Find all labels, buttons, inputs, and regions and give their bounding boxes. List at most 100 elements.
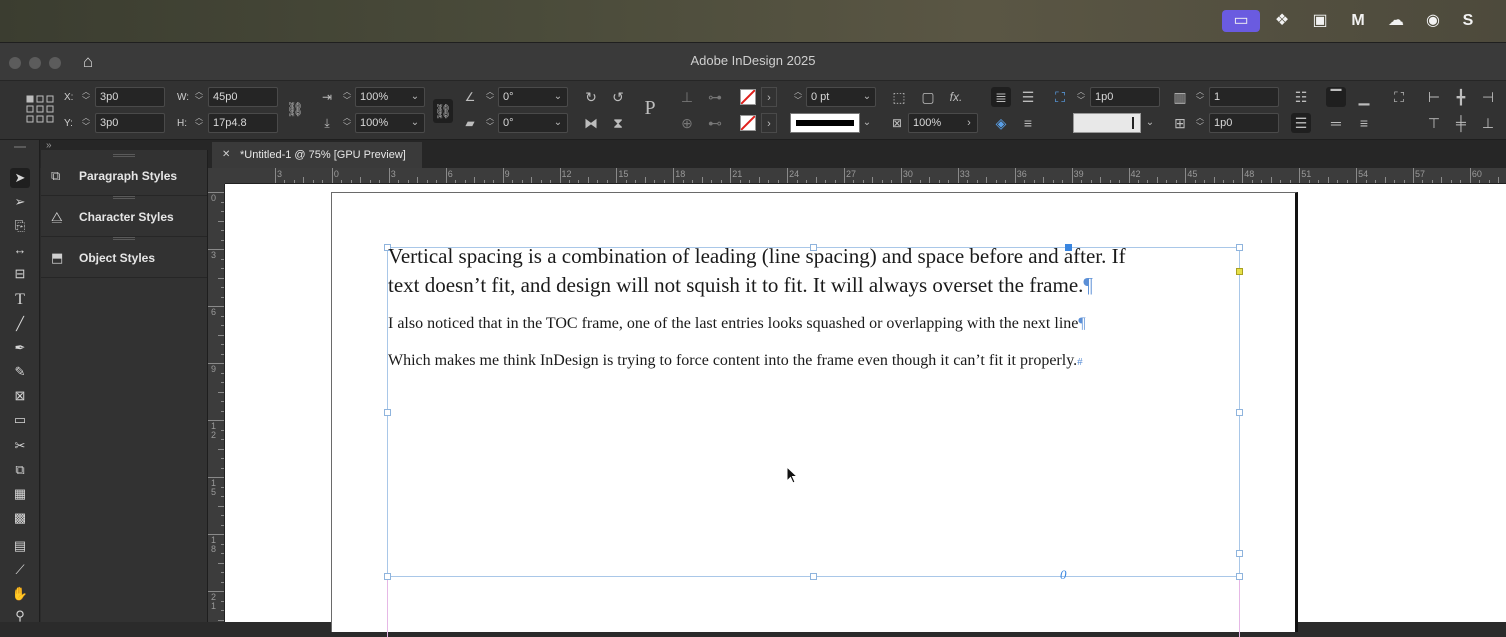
document-canvas[interactable]: 0 Vertical spacing is a combination of l… — [225, 184, 1506, 637]
resize-handle[interactable] — [1236, 244, 1243, 251]
line-tool-icon[interactable]: ╱ — [10, 314, 30, 334]
pen-tool-icon[interactable]: ✒ — [10, 338, 30, 358]
malwarebytes-icon[interactable]: M — [1346, 9, 1370, 33]
stroke-swatch-dropdown[interactable]: › — [761, 113, 777, 133]
align-center-text-icon[interactable]: ☰ — [1018, 87, 1038, 107]
shear-stepper[interactable]: ︿ ﹀ — [484, 113, 496, 133]
align-top-edges-icon[interactable]: ⊤ — [1424, 113, 1444, 133]
hand-tool-icon[interactable]: ✋ — [10, 584, 30, 604]
align-right-edges-icon[interactable]: ⊣ — [1478, 87, 1498, 107]
rectangle-frame-tool-icon[interactable]: ⊠ — [10, 386, 30, 406]
align-left-edges-icon[interactable]: ⊢ — [1424, 87, 1444, 107]
scissors-tool-icon[interactable]: ✂ — [10, 436, 30, 456]
gutter-field[interactable]: 1p0 — [1090, 87, 1160, 107]
scale-x-dropdown[interactable]: ⌄ — [408, 87, 422, 107]
scale-x-stepper[interactable]: ︿ ﹀ — [341, 87, 353, 107]
screen-share-icon[interactable]: ▭ — [1222, 10, 1260, 32]
note-tool-icon[interactable]: ▤ — [10, 536, 30, 556]
rotate-cw-icon[interactable]: ↻ — [581, 87, 601, 107]
align-horizontal-centers-icon[interactable]: ╋ — [1451, 87, 1471, 107]
free-transform-tool-icon[interactable]: ⧉ — [10, 460, 30, 480]
align-bottom-edges-icon[interactable]: ⊥ — [1478, 113, 1498, 133]
gap-tool-icon[interactable]: ↔ — [10, 240, 30, 260]
scale-y-dropdown[interactable]: ⌄ — [408, 113, 422, 133]
dropbox-icon[interactable]: ❖ — [1270, 9, 1294, 33]
s-app-icon[interactable]: S — [1456, 9, 1480, 33]
resize-handle[interactable] — [810, 573, 817, 580]
w-stepper[interactable]: ︿ ﹀ — [193, 87, 205, 107]
x-field[interactable]: 3p0 — [95, 87, 165, 107]
type-tool-icon[interactable]: T — [10, 290, 30, 310]
resize-handle[interactable] — [1236, 409, 1243, 416]
vpn-icon[interactable]: ◉ — [1421, 9, 1445, 33]
align-left-icon[interactable]: ☷ — [1291, 87, 1311, 107]
ruler-origin[interactable] — [208, 168, 225, 184]
align-top-text-icon[interactable]: ≣ — [991, 87, 1011, 107]
text-wrap-icon[interactable]: ◈ — [991, 113, 1011, 133]
panel-object-styles[interactable]: ⬒ Object Styles — [41, 238, 207, 278]
align-vertical-centers-icon[interactable]: ╪ — [1451, 113, 1471, 133]
resize-handle[interactable] — [384, 409, 391, 416]
selection-tool-icon[interactable]: ➤ — [10, 168, 30, 188]
apple-menu-icon[interactable] — [14, 9, 38, 33]
stroke-color-dropdown[interactable]: ⌄ — [1143, 113, 1157, 133]
w-field[interactable]: 45p0 — [208, 87, 278, 107]
inset-stepper[interactable]: ︿ ﹀ — [1194, 113, 1206, 133]
effects-icon[interactable]: ⬚ — [889, 87, 909, 107]
stroke-weight-dropdown[interactable]: ⌄ — [860, 87, 874, 107]
vertical-ruler[interactable]: 0 3 6 9 1 2 1 5 1 8 2 1 — [208, 184, 225, 622]
eyedropper-tool-icon[interactable]: ⟋ — [10, 560, 30, 580]
constrain-proportions-icon[interactable]: ⛓ — [285, 99, 305, 119]
panel-character-styles[interactable]: ⧋ Character Styles — [41, 197, 207, 237]
vertical-justify-top-icon[interactable]: ▔ — [1326, 87, 1346, 107]
page-tool-icon[interactable]: ⎘ — [10, 216, 30, 236]
direct-selection-tool-icon[interactable]: ➢ — [10, 192, 30, 212]
outlook-icon[interactable]: ▣ — [1308, 9, 1332, 33]
close-tab-icon[interactable]: ✕ — [222, 142, 230, 168]
drop-shadow-icon[interactable]: ▢ — [918, 87, 938, 107]
columns-stepper[interactable]: ︿ ﹀ — [1194, 87, 1206, 107]
stroke-color-box[interactable] — [1073, 113, 1141, 133]
reference-point-icon[interactable] — [26, 95, 54, 123]
vertical-justify-full-icon[interactable]: ≡ — [1354, 113, 1374, 133]
scale-y-stepper[interactable]: ︿ ﹀ — [341, 113, 353, 133]
select-next-icon[interactable]: ⊷ — [705, 113, 725, 133]
rotate-ccw-icon[interactable]: ↺ — [608, 87, 628, 107]
resize-handle[interactable] — [1236, 573, 1243, 580]
inset-field[interactable]: 1p0 — [1209, 113, 1279, 133]
rotate-dropdown[interactable]: ⌄ — [551, 87, 565, 107]
stroke-weight-stepper[interactable]: ︿ ﹀ — [792, 87, 804, 107]
constrain-scale-icon[interactable]: ⛓ — [433, 99, 453, 123]
flip-horizontal-icon[interactable]: ⧓ — [581, 113, 601, 133]
live-corner-handle[interactable] — [1236, 268, 1243, 275]
fill-swatch-none-icon[interactable] — [740, 89, 756, 105]
x-stepper[interactable]: ︿ ﹀ — [80, 87, 92, 107]
h-stepper[interactable]: ︿ ﹀ — [193, 113, 205, 133]
document-tab[interactable]: ✕ *Untitled-1 @ 75% [GPU Preview] — [212, 142, 422, 168]
frame-fitting-icon[interactable]: ⛶ — [1050, 87, 1070, 107]
y-stepper[interactable]: ︿ ﹀ — [80, 113, 92, 133]
select-previous-icon[interactable]: ⊶ — [705, 87, 725, 107]
content-collector-icon[interactable]: ⊟ — [10, 264, 30, 284]
text-frame[interactable]: 0 Vertical spacing is a combination of l… — [384, 244, 1243, 582]
fx-icon[interactable]: fx. — [946, 87, 966, 107]
columns-field[interactable]: 1 — [1209, 87, 1279, 107]
h-field[interactable]: 17p4.8 — [208, 113, 278, 133]
toolbar-grip[interactable] — [14, 146, 26, 148]
panel-paragraph-styles[interactable]: ⧉ Paragraph Styles — [41, 156, 207, 196]
resize-handle[interactable] — [384, 573, 391, 580]
y-field[interactable]: 3p0 — [95, 113, 165, 133]
align-bottom-text-icon[interactable]: ≡ — [1018, 113, 1038, 133]
stroke-type-dropdown[interactable]: ⌄ — [860, 113, 874, 133]
gradient-swatch-tool-icon[interactable]: ▦ — [10, 484, 30, 504]
vertical-justify-bottom-icon[interactable]: ▁ — [1354, 87, 1374, 107]
zoom-tool-icon[interactable]: ⚲ — [10, 606, 30, 626]
pencil-tool-icon[interactable]: ✎ — [10, 362, 30, 382]
horizontal-ruler[interactable]: 3 0 3 6 9 12 15 18 21 24 27 30 33 36 39 42 45 48 51 54 57 60 — [225, 168, 1506, 184]
flip-vertical-icon[interactable]: ⧗ — [608, 113, 628, 133]
vertical-justify-center-icon[interactable]: ═ — [1326, 113, 1346, 133]
stroke-type-selector[interactable] — [790, 113, 860, 133]
toc-frame[interactable] — [387, 577, 1240, 637]
select-content-icon[interactable]: ⊕ — [677, 113, 697, 133]
gradient-feather-tool-icon[interactable]: ▩ — [10, 508, 30, 528]
